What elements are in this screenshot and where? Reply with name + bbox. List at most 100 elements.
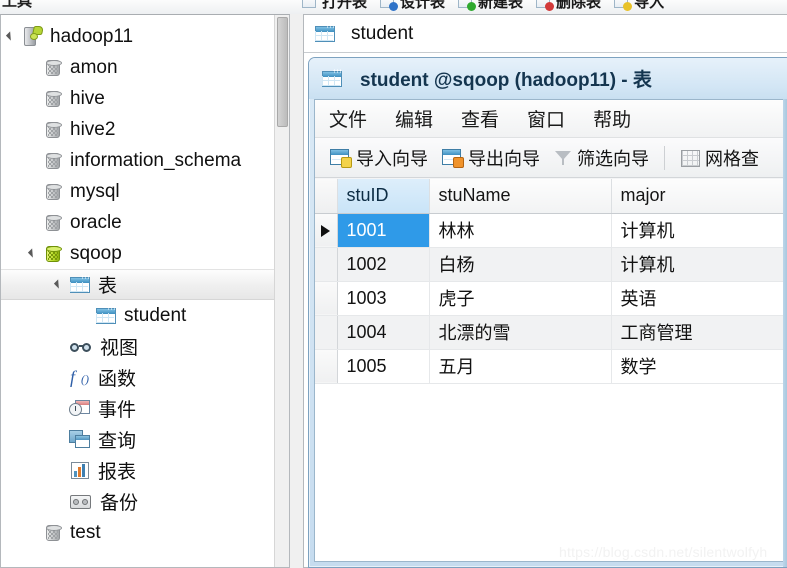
sidebar-scrollbar-track[interactable] — [274, 15, 289, 567]
cell-major[interactable]: 工商管理 — [611, 315, 787, 350]
cell-major[interactable]: 英语 — [611, 281, 787, 316]
tree-item-mysql[interactable]: mysql — [1, 176, 289, 207]
toolbar-button-import-table[interactable]: 导入 — [614, 0, 664, 12]
tree-item-hadoop11[interactable]: hadoop11 — [1, 21, 289, 52]
menu-item-窗口[interactable]: 窗口 — [527, 103, 579, 134]
menu-item-编辑[interactable]: 编辑 — [395, 103, 447, 134]
sidebar-scrollbar-thumb[interactable] — [277, 17, 288, 127]
tree-item-label: hadoop11 — [50, 25, 134, 47]
row-indicator[interactable] — [315, 349, 338, 384]
document-tab-student[interactable]: student — [304, 15, 787, 53]
table-row[interactable]: 1002 白杨 计算机 — [315, 247, 787, 282]
row-indicator[interactable] — [315, 315, 338, 350]
menu-item-帮助[interactable]: 帮助 — [593, 103, 645, 134]
data-grid-container[interactable]: stuID stuName major 1001 林林 计算机 1002 白杨 计算机 1003… — [315, 179, 787, 561]
document-tab-label: student — [351, 22, 414, 44]
tree-item-hive[interactable]: hive — [1, 83, 289, 114]
toolbar-button-new-table[interactable]: 新建表 — [458, 0, 523, 12]
table-row[interactable]: 1005 五月 数学 — [315, 349, 787, 384]
data-grid-header: stuID stuName major — [315, 179, 787, 214]
table-icon — [321, 69, 343, 88]
table-row[interactable]: 1004 北漂的雪 工商管理 — [315, 315, 787, 350]
toolbar-button-label: 导出向导 — [468, 148, 540, 169]
tree-item-事件[interactable]: 事件 — [1, 393, 289, 424]
delete-table-icon — [536, 0, 555, 11]
database-icon — [43, 213, 63, 233]
cell-stuID[interactable]: 1001 — [337, 213, 430, 248]
cell-stuID[interactable]: 1002 — [337, 247, 430, 282]
toolbar-button-grid-view[interactable]: 网格查 — [673, 145, 766, 171]
cell-major[interactable]: 计算机 — [611, 213, 787, 248]
table-row[interactable]: 1001 林林 计算机 — [315, 213, 787, 248]
tree-item-sqoop[interactable]: sqoop — [1, 238, 289, 269]
application-toolbar: 工具 打开表 设计表 新建表 删除表 导入 — [0, 0, 787, 14]
report-icon — [69, 461, 91, 480]
database-icon — [43, 182, 63, 202]
tree-item-oracle[interactable]: oracle — [1, 207, 289, 238]
filter-wizard-icon — [554, 148, 572, 167]
column-header-stuID[interactable]: stuID — [337, 179, 430, 214]
cell-stuID[interactable]: 1004 — [337, 315, 430, 350]
expand-collapse-arrow-icon[interactable] — [53, 269, 69, 300]
import-wizard-icon — [330, 148, 352, 168]
cell-major[interactable]: 计算机 — [611, 247, 787, 282]
tree-item-amon[interactable]: amon — [1, 52, 289, 83]
toolbar-button-design-table[interactable]: 设计表 — [380, 0, 445, 12]
server-icon — [21, 26, 44, 47]
tree-item-函数[interactable]: f() 函数 — [1, 362, 289, 393]
expand-collapse-arrow-icon[interactable] — [27, 238, 43, 269]
view-icon — [69, 339, 93, 355]
table-data-child-window: student @sqoop (hadoop11) - 表 文件 编辑 查看 窗口 帮助… — [308, 57, 787, 568]
column-header-major[interactable]: major — [611, 179, 787, 214]
table-row[interactable]: 1003 虎子 英语 — [315, 281, 787, 316]
column-header-stuName[interactable]: stuName — [429, 179, 612, 214]
tree-item-label: student — [124, 304, 187, 326]
cell-major[interactable]: 数学 — [611, 349, 787, 384]
cell-stuID[interactable]: 1003 — [337, 281, 430, 316]
database-icon — [43, 523, 63, 543]
cell-stuName[interactable]: 五月 — [429, 349, 612, 384]
menu-item-查看[interactable]: 查看 — [461, 103, 513, 134]
cell-stuName[interactable]: 北漂的雪 — [429, 315, 612, 350]
tree-item-报表[interactable]: 报表 — [1, 455, 289, 486]
toolbar-button-label: 导入 — [634, 0, 665, 11]
toolbar-button-import-wizard[interactable]: 导入向导 — [323, 145, 435, 171]
row-indicator[interactable] — [315, 213, 338, 248]
tree-item-label: mysql — [70, 180, 120, 202]
tree-item-label: 备份 — [100, 493, 139, 514]
menu-item-文件[interactable]: 文件 — [329, 103, 381, 134]
tree-item-student[interactable]: student — [1, 300, 289, 331]
tree-item-label: 视图 — [100, 338, 139, 359]
tree-item-label: 表 — [98, 276, 118, 297]
toolbar-button-filter-wizard[interactable]: 筛选向导 — [547, 145, 656, 171]
toolbar-button-delete-table[interactable]: 删除表 — [536, 0, 601, 12]
expand-collapse-arrow-icon[interactable] — [5, 21, 21, 52]
tree-item-label: 函数 — [98, 369, 137, 390]
cell-stuName[interactable]: 林林 — [429, 213, 612, 248]
cell-stuName[interactable]: 白杨 — [429, 247, 612, 282]
tree-item-information_schema[interactable]: information_schema — [1, 145, 289, 176]
database-active-icon — [43, 244, 63, 264]
row-indicator[interactable] — [315, 281, 338, 316]
tree-item-备份[interactable]: 备份 — [1, 486, 289, 517]
table-icon — [95, 306, 117, 325]
tree-item-视图[interactable]: 视图 — [1, 331, 289, 362]
object-tree: hadoop11 amon hive hive2 information_schemam… — [1, 15, 289, 548]
toolbar-button-export-wizard[interactable]: 导出向导 — [435, 145, 547, 171]
tree-item-test[interactable]: test — [1, 517, 289, 548]
row-indicator[interactable] — [315, 247, 338, 282]
import-table-icon — [614, 0, 633, 11]
cell-stuID[interactable]: 1005 — [337, 349, 430, 384]
toolbar-button-label: 筛选向导 — [577, 148, 649, 169]
tree-item-hive2[interactable]: hive2 — [1, 114, 289, 145]
tree-item-查询[interactable]: 查询 — [1, 424, 289, 455]
tree-item-label: 报表 — [98, 462, 137, 483]
cell-stuName[interactable]: 虎子 — [429, 281, 612, 316]
child-window-title-bar[interactable]: student @sqoop (hadoop11) - 表 — [309, 58, 787, 99]
toolbar-button-open-table[interactable]: 打开表 — [302, 0, 367, 12]
tree-item-表[interactable]: 表 — [1, 269, 289, 300]
